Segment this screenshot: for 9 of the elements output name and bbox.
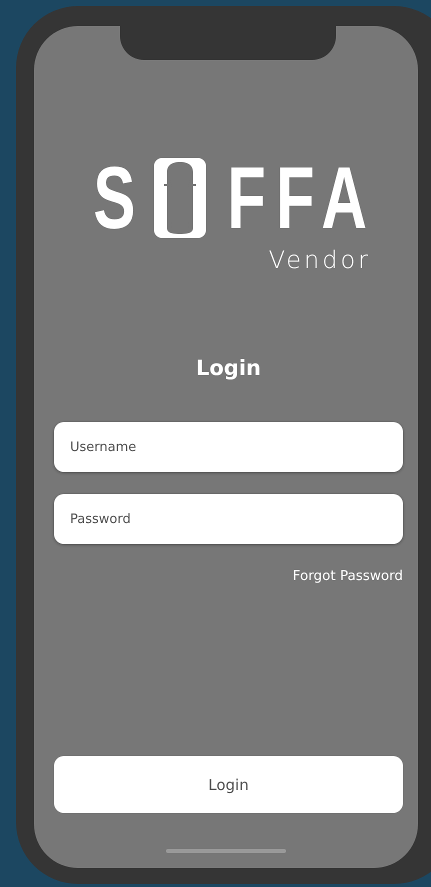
logo-text: S	[93, 154, 136, 242]
login-title: Login	[196, 356, 261, 380]
forgot-password-link[interactable]: Forgot Password	[292, 568, 403, 584]
logo-subtitle: Vendor	[268, 246, 371, 274]
logo-text: FFA	[226, 154, 377, 242]
car-in-ring-icon	[154, 158, 206, 238]
login-button[interactable]: Login	[54, 756, 403, 813]
username-field[interactable]: Username	[54, 422, 403, 472]
password-field[interactable]: Password	[54, 494, 403, 544]
